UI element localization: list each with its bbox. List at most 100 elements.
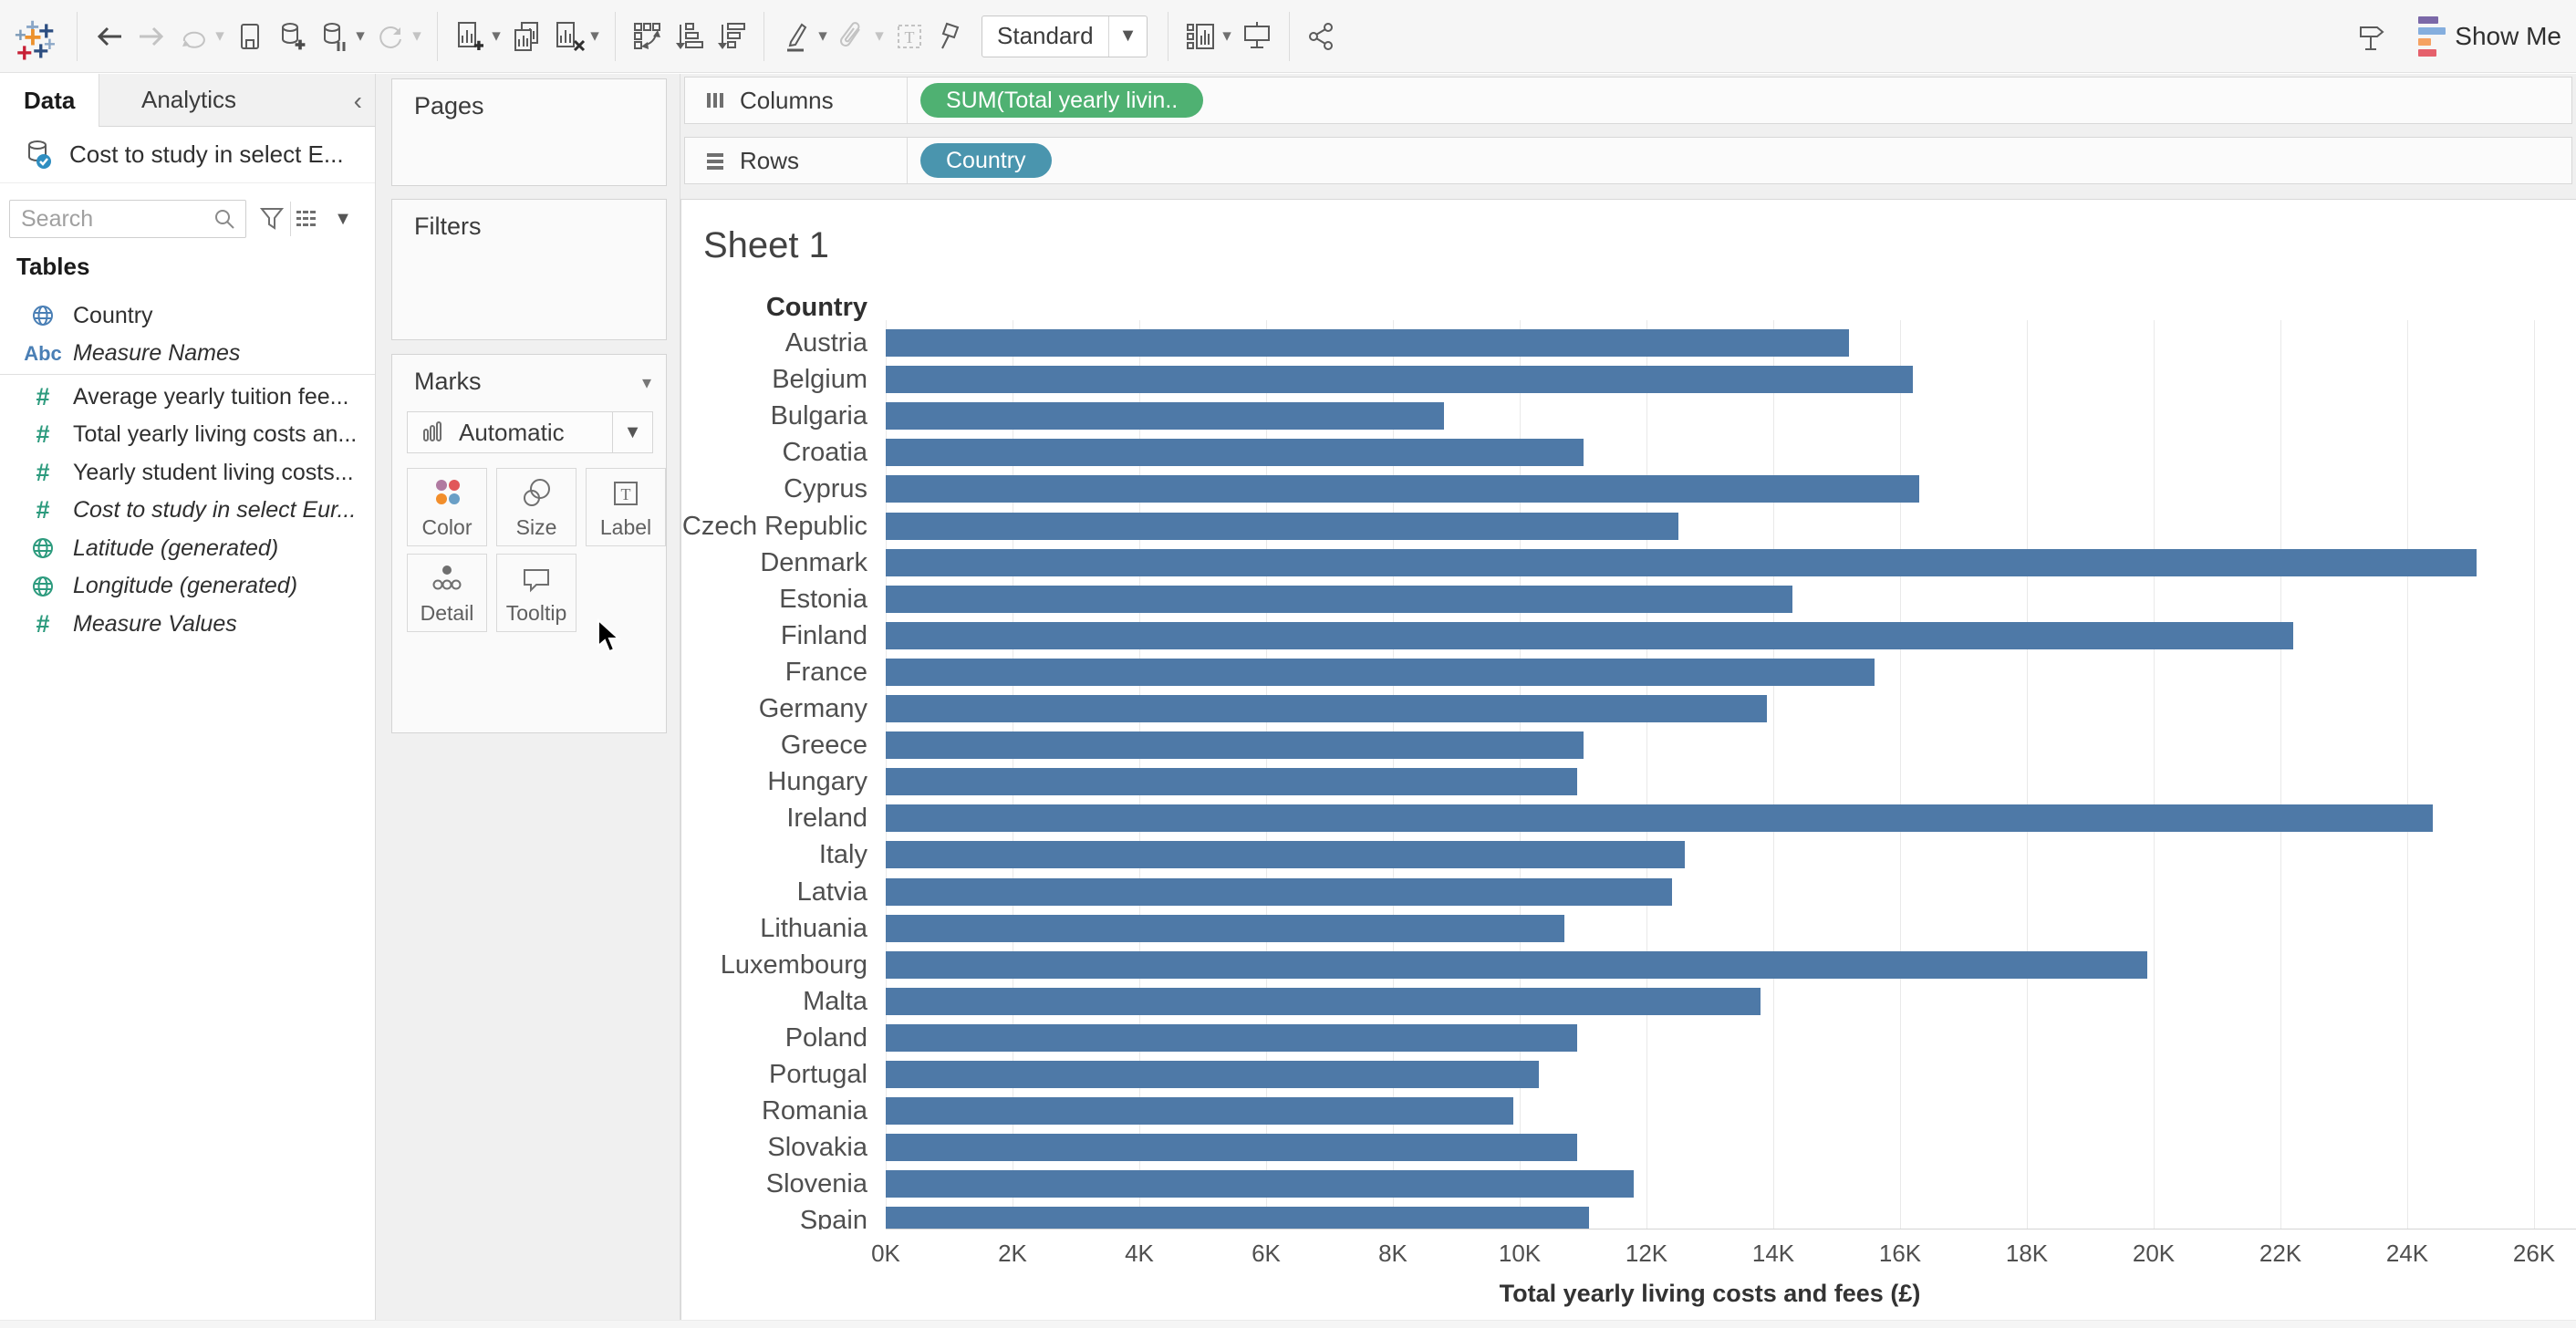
new-worksheet-button[interactable] [449,13,491,60]
bar-cyprus[interactable] [886,475,1919,503]
data-source-row[interactable]: Cost to study in select E... [0,127,375,183]
bar-ireland[interactable] [886,804,2433,832]
run-auto-updates-dropdown[interactable]: ▾ [408,26,426,47]
rows-shelf[interactable]: Rows Country [684,137,2572,184]
swap-rows-columns-button[interactable] [627,13,669,60]
row-label[interactable]: Poland [681,1022,867,1053]
tab-data[interactable]: Data [0,74,99,127]
bar-portugal[interactable] [886,1061,1539,1088]
bar-croatia[interactable] [886,439,1584,466]
bar-poland[interactable] [886,1024,1577,1052]
bar-estonia[interactable] [886,586,1792,613]
view-size-combo[interactable]: Standard ▼ [982,16,1148,57]
row-label[interactable]: Denmark [681,547,867,578]
row-label[interactable]: Austria [681,327,867,358]
share-button[interactable] [1301,13,1343,60]
presentation-mode-button[interactable] [1236,13,1278,60]
replay-dropdown[interactable]: ▾ [211,26,229,47]
collapse-pane-icon[interactable]: ‹ [354,87,362,116]
bar-slovakia[interactable] [886,1134,1577,1161]
marks-collapse-icon[interactable]: ▾ [642,371,651,394]
pause-auto-updates-button[interactable] [313,13,355,60]
row-label[interactable]: Ireland [681,803,867,834]
show-hide-cards-dropdown[interactable]: ▾ [1218,26,1236,47]
field-item[interactable]: Latitude (generated) [0,529,375,567]
field-item[interactable]: #Yearly student living costs... [0,453,375,492]
search-input[interactable] [10,206,211,233]
bar-czech-republic[interactable] [886,513,1678,540]
clear-sheet-dropdown[interactable]: ▾ [586,26,604,47]
pause-auto-updates-dropdown[interactable]: ▾ [351,26,369,47]
field-item[interactable]: Longitude (generated) [0,567,375,606]
bar-austria[interactable] [886,329,1849,357]
highlight-button[interactable] [775,13,817,60]
new-worksheet-dropdown[interactable]: ▾ [487,26,505,47]
tooltip-button[interactable]: Tooltip [496,554,576,632]
rows-pill[interactable]: Country [920,143,1052,178]
tooltip-flag-button[interactable] [2351,13,2393,60]
bar-belgium[interactable] [886,366,1913,393]
bar-italy[interactable] [886,841,1685,868]
row-label[interactable]: Romania [681,1095,867,1126]
bar-germany[interactable] [886,695,1767,722]
row-label[interactable]: Greece [681,730,867,761]
row-label[interactable]: Portugal [681,1059,867,1090]
row-label[interactable]: Italy [681,839,867,870]
field-item[interactable]: #Total yearly living costs an... [0,416,375,454]
field-item[interactable]: #Measure Values [0,605,375,643]
bar-finland[interactable] [886,622,2293,649]
bar-greece[interactable] [886,731,1584,759]
row-label[interactable]: Hungary [681,766,867,797]
group-members-dropdown[interactable]: ▾ [870,26,888,47]
color-button[interactable]: Color [407,468,487,546]
new-data-source-button[interactable] [271,13,313,60]
columns-shelf[interactable]: Columns SUM(Total yearly livin.. [684,77,2572,124]
columns-pill[interactable]: SUM(Total yearly livin.. [920,83,1203,118]
bar-spain[interactable] [886,1207,1589,1229]
save-button[interactable] [229,13,271,60]
row-label[interactable]: Estonia [681,584,867,615]
row-label[interactable]: Germany [681,693,867,724]
field-item[interactable]: #Cost to study in select Eur... [0,492,375,530]
row-label[interactable]: Luxembourg [681,949,867,980]
row-label[interactable]: Croatia [681,437,867,468]
view-options-icon[interactable] [290,202,323,236]
fix-axes-button[interactable] [930,13,972,60]
pages-shelf[interactable]: Pages [391,78,667,186]
bar-latvia[interactable] [886,878,1672,906]
label-button[interactable]: T Label [586,468,666,546]
bar-denmark[interactable] [886,549,2477,576]
duplicate-sheet-button[interactable] [505,13,547,60]
view-options-dropdown[interactable]: ▼ [327,202,359,236]
x-axis-title[interactable]: Total yearly living costs and fees (£) [886,1280,2534,1308]
tab-analytics[interactable]: Analytics [99,74,375,127]
run-auto-updates-button[interactable] [369,13,411,60]
field-item[interactable]: AbcMeasure Names [0,335,375,373]
search-box[interactable] [9,200,246,238]
bar-luxembourg[interactable] [886,951,2147,979]
chevron-down-icon[interactable]: ▼ [1108,16,1147,57]
detail-button[interactable]: Detail [407,554,487,632]
group-members-button[interactable] [832,13,874,60]
row-label[interactable]: Malta [681,986,867,1017]
field-item[interactable]: Country [0,296,375,335]
marks-card[interactable]: Marks ▾ Automatic ▼ Color Size T Label [391,354,667,733]
bar-malta[interactable] [886,988,1761,1015]
bar-bulgaria[interactable] [886,402,1444,430]
bar-lithuania[interactable] [886,915,1564,942]
row-label[interactable]: Belgium [681,364,867,395]
redo-button[interactable] [130,13,172,60]
show-me-button[interactable]: Show Me [2418,16,2561,57]
bar-france[interactable] [886,659,1875,686]
bar-romania[interactable] [886,1097,1513,1125]
row-label[interactable]: Slovakia [681,1132,867,1163]
sort-ascending-button[interactable] [669,13,711,60]
row-label[interactable]: Slovenia [681,1168,867,1199]
size-button[interactable]: Size [496,468,576,546]
row-label[interactable]: Spain [681,1205,867,1229]
sort-descending-button[interactable] [711,13,753,60]
replay-button[interactable] [172,13,214,60]
field-item[interactable]: #Average yearly tuition fee... [0,378,375,416]
row-label[interactable]: Cyprus [681,473,867,504]
row-label[interactable]: Czech Republic [681,511,867,542]
